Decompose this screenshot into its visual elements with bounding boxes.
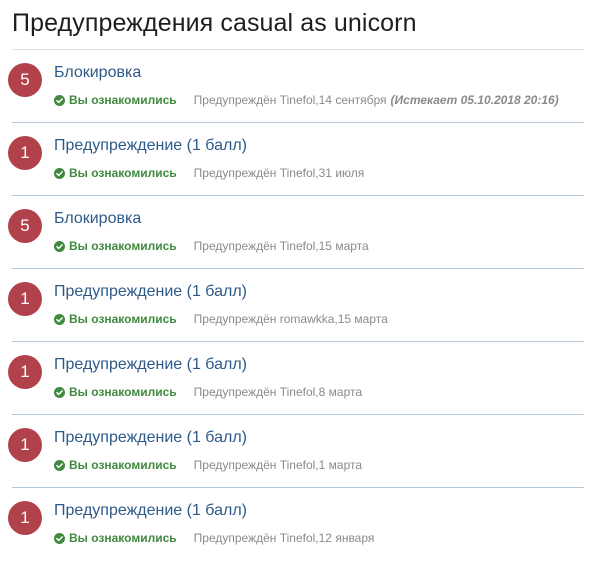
- warning-points-badge: 1: [8, 136, 42, 170]
- check-circle-icon: [54, 167, 65, 179]
- warning-meta: Вы ознакомились Предупреждён Tinefol,8 м…: [54, 385, 362, 399]
- warning-item: 1 Предупреждение (1 балл) Вы ознакомилис…: [8, 342, 584, 415]
- acknowledged-status: Вы ознакомились: [54, 239, 177, 253]
- warnings-list: 5 Блокировка Вы ознакомились Предупреждё…: [8, 50, 584, 561]
- acknowledged-label: Вы ознакомились: [69, 385, 177, 399]
- acknowledged-label: Вы ознакомились: [69, 166, 177, 180]
- warning-item: 5 Блокировка Вы ознакомились Предупреждё…: [8, 196, 584, 269]
- check-circle-icon: [54, 386, 65, 398]
- warning-title-link[interactable]: Блокировка: [54, 64, 141, 82]
- warning-points-badge: 1: [8, 282, 42, 316]
- warning-title-link[interactable]: Блокировка: [54, 210, 141, 228]
- warning-item: 1 Предупреждение (1 балл) Вы ознакомилис…: [8, 415, 584, 488]
- acknowledged-status: Вы ознакомились: [54, 93, 177, 107]
- acknowledged-label: Вы ознакомились: [69, 458, 177, 472]
- warning-item: 1 Предупреждение (1 балл) Вы ознакомилис…: [8, 123, 584, 196]
- warning-item: 5 Блокировка Вы ознакомились Предупреждё…: [8, 50, 584, 123]
- warning-meta: Вы ознакомились Предупреждён Tinefol,31 …: [54, 166, 364, 180]
- check-circle-icon: [54, 313, 65, 325]
- check-circle-icon: [54, 532, 65, 544]
- acknowledged-label: Вы ознакомились: [69, 239, 177, 253]
- acknowledged-label: Вы ознакомились: [69, 93, 177, 107]
- acknowledged-label: Вы ознакомились: [69, 531, 177, 545]
- warning-item: 1 Предупреждение (1 балл) Вы ознакомилис…: [8, 269, 584, 342]
- page-title: Предупреждения casual as unicorn: [12, 0, 584, 50]
- warning-meta: Вы ознакомились Предупреждён Tinefol,14 …: [54, 93, 559, 107]
- warning-title-link[interactable]: Предупреждение (1 балл): [54, 283, 247, 301]
- warning-points-badge: 1: [8, 355, 42, 389]
- issued-by-text: Предупреждён Tinefol,15 марта: [193, 239, 369, 253]
- warning-title-link[interactable]: Предупреждение (1 балл): [54, 356, 247, 374]
- check-circle-icon: [54, 459, 65, 471]
- expires-text: (Истекает 05.10.2018 20:16): [390, 93, 559, 107]
- check-circle-icon: [54, 94, 65, 106]
- check-circle-icon: [54, 240, 65, 252]
- acknowledged-status: Вы ознакомились: [54, 458, 177, 472]
- acknowledged-status: Вы ознакомились: [54, 166, 177, 180]
- warning-points-badge: 1: [8, 428, 42, 462]
- warning-meta: Вы ознакомились Предупреждён Tinefol,1 м…: [54, 458, 362, 472]
- acknowledged-status: Вы ознакомились: [54, 385, 177, 399]
- warning-meta: Вы ознакомились Предупреждён Tinefol,12 …: [54, 531, 374, 545]
- warnings-page: Предупреждения casual as unicorn 5 Блоки…: [0, 0, 584, 561]
- issued-by-text: Предупреждён Tinefol,12 января: [193, 531, 375, 545]
- issued-by-text: Предупреждён Tinefol,31 июля: [193, 166, 365, 180]
- issued-by-text: Предупреждён romawkka,15 марта: [193, 312, 388, 326]
- warning-title-link[interactable]: Предупреждение (1 балл): [54, 137, 247, 155]
- issued-by-text: Предупреждён Tinefol,14 сентября: [193, 93, 387, 107]
- warning-title-link[interactable]: Предупреждение (1 балл): [54, 502, 247, 520]
- acknowledged-status: Вы ознакомились: [54, 531, 177, 545]
- warning-points-badge: 5: [8, 63, 42, 97]
- warning-meta: Вы ознакомились Предупреждён Tinefol,15 …: [54, 239, 369, 253]
- warning-points-badge: 5: [8, 209, 42, 243]
- issued-by-text: Предупреждён Tinefol,8 марта: [193, 385, 363, 399]
- warning-title-link[interactable]: Предупреждение (1 балл): [54, 429, 247, 447]
- warning-meta: Вы ознакомились Предупреждён romawkka,15…: [54, 312, 388, 326]
- acknowledged-label: Вы ознакомились: [69, 312, 177, 326]
- warning-points-badge: 1: [8, 501, 42, 535]
- warning-item: 1 Предупреждение (1 балл) Вы ознакомилис…: [8, 488, 584, 561]
- acknowledged-status: Вы ознакомились: [54, 312, 177, 326]
- issued-by-text: Предупреждён Tinefol,1 марта: [193, 458, 363, 472]
